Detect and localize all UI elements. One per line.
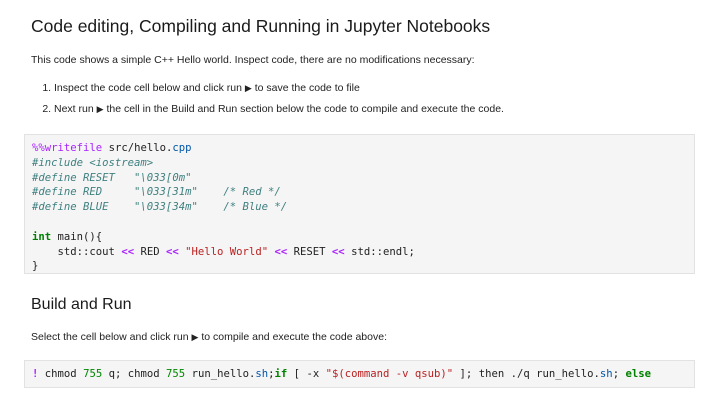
code-cell[interactable]: %%writefile src/hello.cpp #include <iost… bbox=[24, 134, 695, 274]
stream-operator: << bbox=[331, 245, 345, 258]
int-keyword: int bbox=[32, 230, 52, 243]
intro-text: This code shows a simple C++ Hello world… bbox=[31, 54, 475, 66]
endl-token: std::endl; bbox=[351, 245, 415, 258]
close-brace: } bbox=[32, 260, 39, 273]
else-keyword: else bbox=[625, 368, 651, 380]
mode-token: 755 bbox=[166, 368, 186, 380]
stream-operator: << bbox=[166, 245, 179, 258]
bang-token: ! bbox=[32, 368, 39, 380]
chmod-token: chmod bbox=[44, 368, 77, 380]
script-name: run_hello. bbox=[191, 368, 256, 380]
include-line: #include <iostream> bbox=[32, 156, 154, 169]
reset-token: RESET bbox=[293, 245, 326, 258]
chmod-token: chmod bbox=[127, 368, 160, 380]
step-text: Next run bbox=[54, 103, 94, 115]
shell-editor[interactable]: ! chmod 755 q; chmod 755 run_hello.sh;if… bbox=[25, 361, 694, 381]
main-signature: main(){ bbox=[57, 230, 103, 243]
bracket-close: ]; bbox=[459, 368, 473, 380]
bracket-open: [ bbox=[293, 368, 301, 380]
qrun-token: ./q bbox=[510, 368, 530, 380]
hello-string: "Hello World" bbox=[185, 245, 269, 258]
script-ext: sh bbox=[599, 368, 613, 380]
play-triangle-icon: ▶ bbox=[96, 104, 104, 114]
subst-string: "$(command -v qsub)" bbox=[325, 368, 454, 380]
step-text: Inspect the code cell below and click ru… bbox=[54, 82, 242, 94]
play-triangle-icon: ▶ bbox=[244, 83, 252, 93]
file-path: src/hello. bbox=[108, 142, 173, 154]
step-text: the cell in the Build and Run section be… bbox=[106, 103, 504, 115]
script-name: run_hello. bbox=[536, 368, 600, 380]
build-instruction: Select the cell below and click run ▶ to… bbox=[31, 331, 387, 343]
define-blue-line: #define BLUE "\033[34m" bbox=[32, 201, 198, 214]
flag-token: -x bbox=[306, 368, 320, 380]
stream-operator: << bbox=[121, 245, 135, 258]
script-ext: sh bbox=[255, 368, 269, 380]
stream-operator: << bbox=[274, 245, 288, 258]
then-keyword: then bbox=[478, 368, 505, 380]
magic-command: %%writefile bbox=[32, 142, 103, 154]
cout-token: std::cout bbox=[57, 245, 115, 258]
file-ext: cpp bbox=[172, 142, 192, 154]
define-reset-line: #define RESET "\033[0m" bbox=[32, 171, 192, 184]
play-triangle-icon: ▶ bbox=[191, 332, 199, 342]
mode-token: 755 bbox=[83, 368, 103, 380]
step-text: to save the code to file bbox=[254, 82, 360, 94]
red-comment: /* Red */ bbox=[223, 186, 281, 199]
page-title: Code editing, Compiling and Running in J… bbox=[31, 16, 491, 36]
shell-code-cell[interactable]: ! chmod 755 q; chmod 755 run_hello.sh;if… bbox=[24, 360, 695, 388]
instruction-step-1: Inspect the code cell below and click ru… bbox=[54, 78, 504, 99]
build-text: Select the cell below and click run bbox=[31, 331, 189, 343]
semicolon: ; bbox=[612, 368, 620, 380]
blue-comment: /* Blue */ bbox=[223, 201, 288, 214]
q-token: q; bbox=[108, 368, 122, 380]
code-editor[interactable]: %%writefile src/hello.cpp #include <iost… bbox=[25, 135, 694, 274]
red-token: RED bbox=[140, 245, 160, 258]
instruction-step-2: Next run ▶ the cell in the Build and Run… bbox=[54, 99, 504, 120]
section-title: Build and Run bbox=[31, 296, 132, 313]
if-keyword: if bbox=[274, 368, 288, 380]
define-red-line: #define RED "\033[31m" bbox=[32, 186, 198, 199]
build-text: to compile and execute the code above: bbox=[201, 331, 387, 343]
instruction-list: Inspect the code cell below and click ru… bbox=[24, 78, 504, 120]
